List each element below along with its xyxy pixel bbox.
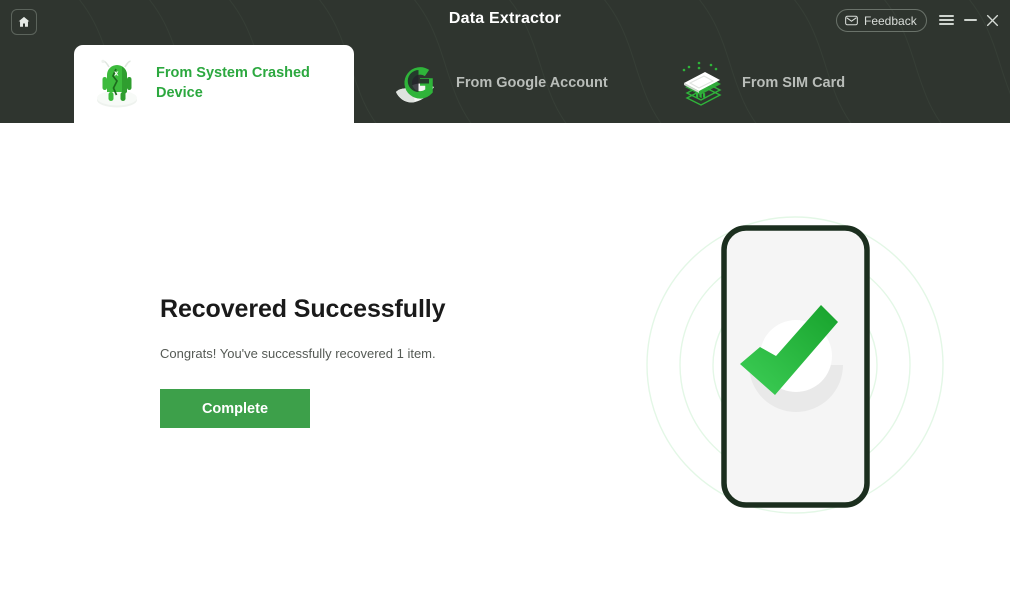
hamburger-menu-icon — [938, 12, 954, 27]
tab-from-google-account[interactable]: From Google Account — [374, 45, 634, 123]
tab-label: From SIM Card — [742, 75, 846, 92]
feedback-label: Feedback — [864, 13, 917, 28]
app-window: Data Extractor Feedback x From System Cr… — [0, 0, 1010, 600]
feedback-button[interactable]: Feedback — [836, 9, 927, 32]
close-button[interactable] — [982, 10, 1002, 30]
tab-from-system-crashed-device[interactable]: x From System Crashed Device — [74, 45, 354, 123]
menu-button[interactable] — [936, 10, 956, 30]
title-bar: Data Extractor Feedback — [0, 0, 1010, 45]
broken-android-icon: x — [88, 55, 146, 113]
status-message: Congrats! You've successfully recovered … — [160, 346, 436, 361]
sim-card-icon — [674, 55, 732, 113]
tab-label: From System Crashed Device — [156, 65, 310, 101]
phone-success-checkmark-illustration — [645, 215, 955, 515]
main-content: Recovered Successfully Congrats! You've … — [0, 123, 1010, 600]
page-title: Recovered Successfully — [160, 295, 446, 323]
google-account-icon — [388, 55, 446, 113]
status-panel: Recovered Successfully Congrats! You've … — [160, 295, 580, 428]
envelope-icon — [845, 15, 858, 26]
svg-text:x: x — [114, 70, 119, 78]
minimize-button[interactable] — [960, 10, 980, 30]
app-header: Data Extractor Feedback x From System Cr… — [0, 0, 1010, 123]
tab-bar: x From System Crashed Device From Google… — [0, 45, 1010, 123]
tab-label: From Google Account — [456, 75, 608, 92]
tab-from-sim-card[interactable]: From SIM Card — [660, 45, 920, 123]
complete-button[interactable]: Complete — [160, 389, 310, 428]
minimize-icon — [963, 19, 977, 21]
close-icon — [986, 14, 998, 26]
